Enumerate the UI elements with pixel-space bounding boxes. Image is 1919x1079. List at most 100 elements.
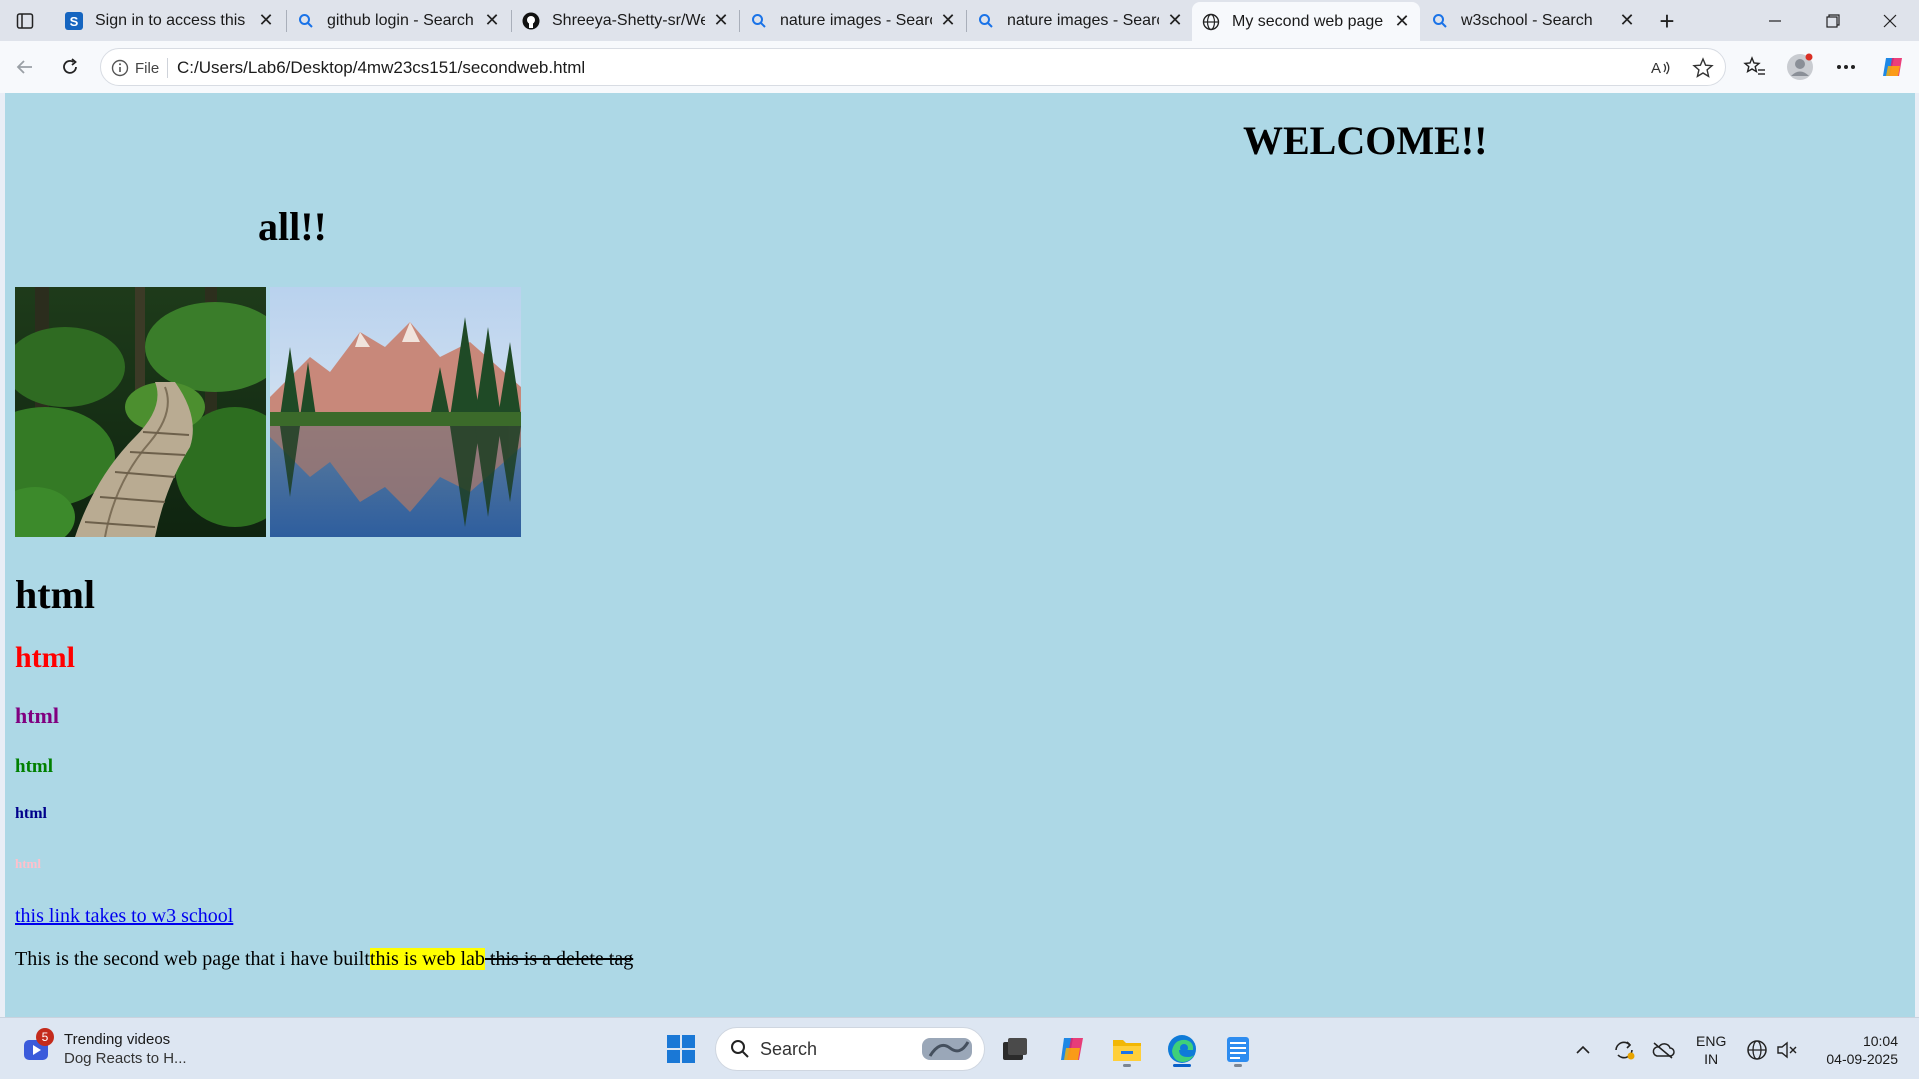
restore-button[interactable]	[1804, 0, 1862, 41]
w3school-link[interactable]: this link takes to w3 school	[15, 905, 233, 928]
heading-h2: html	[15, 641, 75, 674]
edge-browser-button[interactable]	[1161, 1028, 1203, 1070]
close-icon[interactable]: ✕	[256, 10, 276, 31]
close-icon[interactable]: ✕	[1392, 11, 1412, 32]
close-icon[interactable]: ✕	[482, 10, 502, 31]
highlighted-text: this is web lab	[369, 948, 485, 970]
tab-github-repo[interactable]: Shreeya-Shetty-sr/Wel ✕	[512, 4, 739, 37]
chevron-up-icon	[1576, 1045, 1590, 1054]
clock-date: 04-09-2025	[1826, 1051, 1898, 1067]
search-icon	[750, 12, 768, 30]
speaker-muted-icon	[1777, 1041, 1797, 1059]
widgets-button[interactable]: 5 Trending videos Dog Reacts to H...	[22, 1028, 187, 1068]
globe-icon	[1747, 1040, 1767, 1060]
volume-button[interactable]	[1775, 1038, 1799, 1062]
clock-button[interactable]: 10:04 04-09-2025	[1818, 1032, 1898, 1068]
sync-status-button[interactable]	[1612, 1038, 1636, 1062]
web-page-content: WELCOME!! all!! html html html html html…	[5, 93, 1915, 1017]
address-bar[interactable]: File C:/Users/Lab6/Desktop/4mw23cs151/se…	[100, 48, 1726, 86]
widget-subtitle: Dog Reacts to H...	[64, 1050, 187, 1067]
heading-h3: html	[15, 703, 59, 728]
tab-title: github login - Search	[327, 11, 474, 29]
tab-title: Sign in to access this n	[95, 11, 250, 29]
favorites-button[interactable]	[1739, 51, 1771, 83]
profile-button[interactable]	[1784, 51, 1816, 83]
notepad-button[interactable]	[1217, 1028, 1259, 1070]
site-info-label: File	[135, 59, 160, 77]
search-icon	[731, 1040, 749, 1058]
avatar-icon	[1787, 53, 1813, 80]
restore-icon	[1826, 13, 1840, 28]
show-hidden-icons-button[interactable]	[1571, 1038, 1595, 1062]
url-text[interactable]: C:/Users/Lab6/Desktop/4mw23cs151/secondw…	[177, 58, 585, 78]
copilot-icon	[1061, 1038, 1083, 1060]
tab-sign-in[interactable]: S Sign in to access this n ✕	[55, 4, 284, 37]
taskbar-search-box[interactable]: Search	[715, 1027, 985, 1071]
back-button[interactable]	[8, 51, 42, 83]
globe-icon	[1202, 13, 1220, 31]
folder-icon	[1113, 1040, 1141, 1061]
copilot-icon	[1883, 58, 1902, 76]
copilot-button[interactable]	[1877, 51, 1909, 83]
read-aloud-icon: A	[1651, 60, 1670, 77]
task-view-button[interactable]	[994, 1028, 1036, 1070]
tab-github-login-search[interactable]: github login - Search ✕	[287, 4, 510, 37]
forest-boardwalk-image	[15, 287, 266, 537]
svg-text:A: A	[1651, 60, 1661, 77]
heading-h5: html	[15, 805, 47, 822]
start-button[interactable]	[660, 1028, 702, 1070]
video-widget-icon: 5	[22, 1028, 54, 1064]
close-icon[interactable]: ✕	[711, 10, 731, 31]
favorite-star-button[interactable]	[1691, 56, 1715, 80]
onedrive-button[interactable]	[1651, 1038, 1675, 1062]
tab-nature-images-search-2[interactable]: nature images - Searc ✕	[967, 4, 1193, 37]
star-icon	[1692, 57, 1714, 78]
close-icon[interactable]: ✕	[1165, 10, 1185, 31]
more-dots-icon	[1837, 65, 1855, 69]
windows-logo-icon	[667, 1035, 695, 1063]
close-window-button[interactable]	[1861, 0, 1919, 41]
tab-w3school-search[interactable]: w3school - Search ✕	[1421, 4, 1645, 37]
search-icon	[977, 12, 995, 30]
close-icon[interactable]: ✕	[1617, 10, 1637, 31]
edge-icon	[1168, 1035, 1196, 1063]
settings-more-button[interactable]	[1830, 51, 1862, 83]
copilot-app-button[interactable]	[1051, 1028, 1093, 1070]
tab-title: Shreeya-Shetty-sr/Wel	[552, 11, 705, 29]
back-arrow-icon	[16, 60, 32, 74]
heading-h1: html	[15, 572, 95, 617]
close-icon	[1883, 14, 1897, 27]
heading-h6: html	[15, 856, 41, 871]
network-button[interactable]	[1745, 1038, 1769, 1062]
new-tab-button[interactable]: +	[1651, 6, 1683, 36]
language-code: ENG	[1696, 1033, 1727, 1049]
close-icon[interactable]: ✕	[938, 10, 958, 31]
site-info-button[interactable]: File	[111, 55, 159, 81]
notification-badge: 5	[36, 1028, 54, 1046]
tab-title: w3school - Search	[1461, 11, 1593, 29]
cloud-off-icon	[1652, 1042, 1675, 1059]
running-indicator	[1173, 1064, 1191, 1067]
tab-title: nature images - Searc	[1007, 11, 1159, 29]
all-heading: all!!	[258, 204, 327, 249]
tab-strip: S Sign in to access this n ✕ github logi…	[0, 0, 1919, 41]
input-language-button[interactable]: ENG IN	[1696, 1032, 1726, 1068]
minimize-icon	[1769, 19, 1781, 22]
welcome-heading: WELCOME!!	[1243, 118, 1488, 163]
favorites-icon	[1743, 56, 1765, 75]
refresh-icon	[63, 58, 77, 74]
running-indicator	[1123, 1064, 1131, 1067]
tab-actions-button[interactable]	[10, 7, 40, 35]
file-explorer-button[interactable]	[1106, 1028, 1148, 1070]
region-code: IN	[1704, 1051, 1719, 1067]
address-divider	[167, 58, 168, 78]
refresh-button[interactable]	[53, 51, 87, 83]
paragraph: This is the second web page that i have …	[15, 948, 633, 971]
running-indicator	[1234, 1064, 1242, 1067]
tab-my-second-web-page[interactable]: My second web page ✕	[1192, 2, 1420, 41]
minimize-button[interactable]	[1746, 0, 1804, 41]
read-aloud-button[interactable]: A	[1649, 56, 1673, 80]
task-view-icon	[1003, 1038, 1027, 1060]
plus-icon: +	[1659, 5, 1675, 36]
tab-nature-images-search-1[interactable]: nature images - Search ✕	[740, 4, 966, 37]
